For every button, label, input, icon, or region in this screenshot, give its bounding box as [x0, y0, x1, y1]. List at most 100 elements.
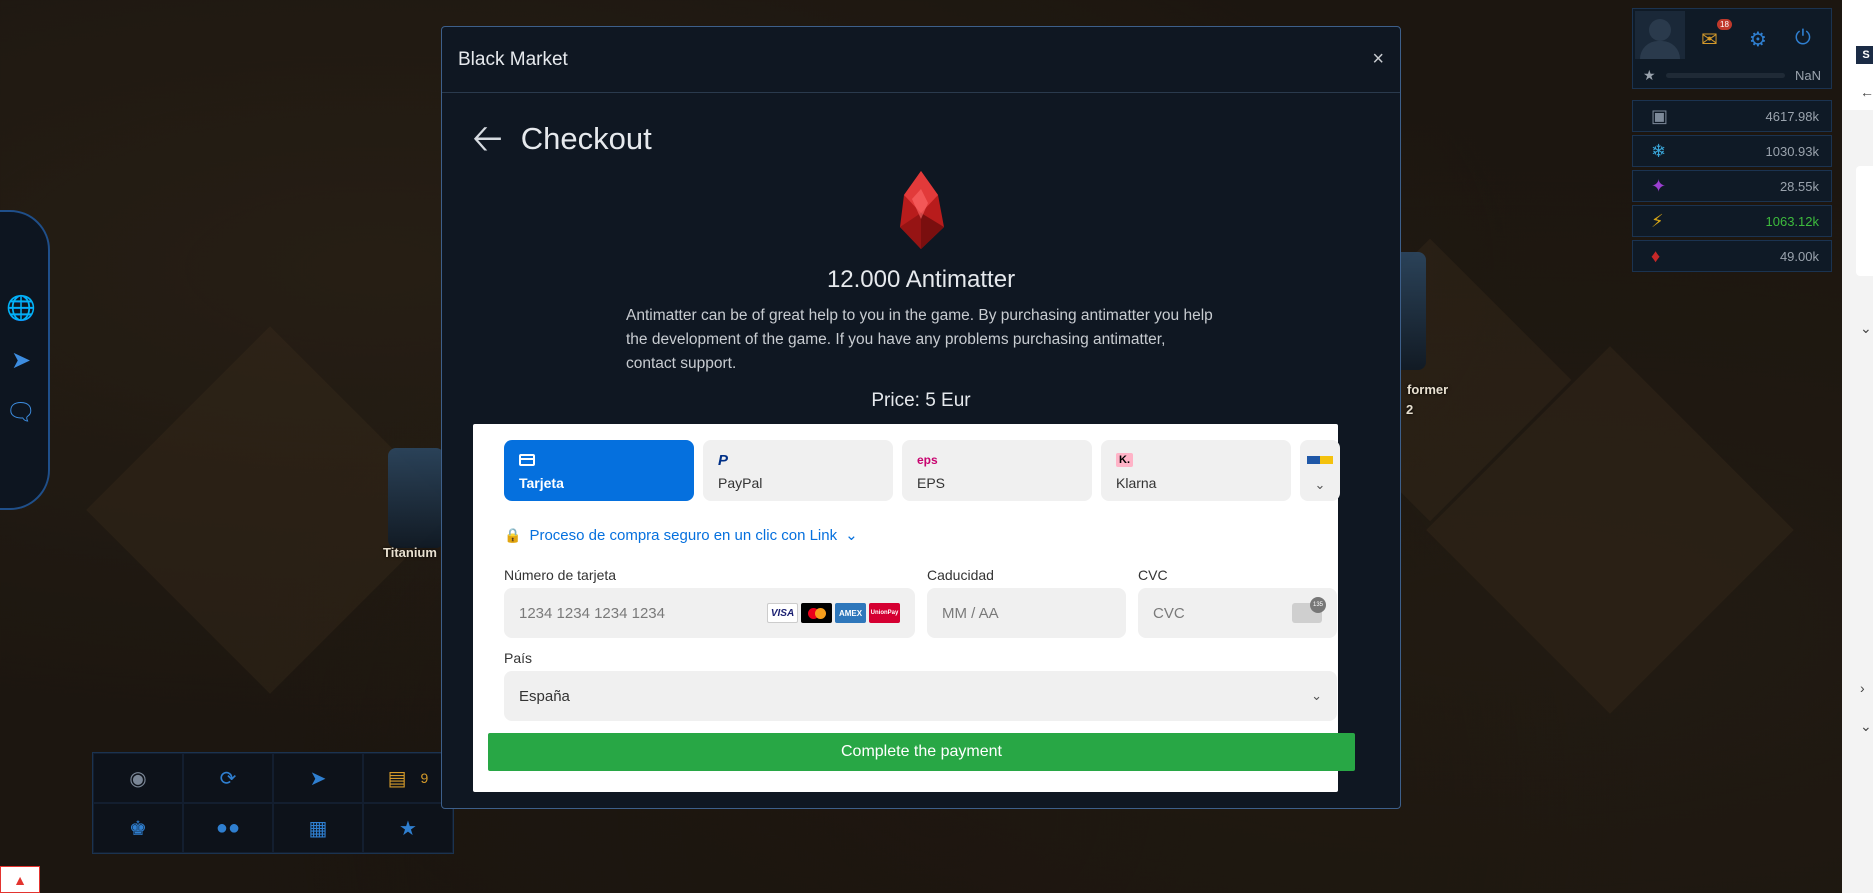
country-select[interactable]: España ⌄ [504, 671, 1337, 721]
back-arrow-icon[interactable]: ← [1860, 84, 1873, 100]
star-icon: ★ [1643, 66, 1656, 83]
modal-title: Black Market [458, 48, 568, 70]
resource-row: ⚡ 1063.12k [1632, 205, 1832, 237]
resource-value: 4617.98k [1765, 108, 1820, 124]
expiry-input[interactable] [942, 604, 1111, 622]
eps-icon: eps [917, 453, 938, 467]
cvc-input[interactable] [1153, 604, 1292, 622]
method-klarna-tab[interactable]: K. Klarna [1101, 440, 1291, 501]
rocket-icon[interactable]: ➤ [6, 345, 36, 375]
chat-icon[interactable]: 🗨 [6, 397, 36, 427]
resource-value: 28.55k [1779, 178, 1819, 194]
close-button[interactable]: × [1372, 48, 1384, 71]
country-label: País [504, 650, 533, 666]
cvc-field [1138, 588, 1337, 638]
globe-icon[interactable]: 🌐 [6, 293, 36, 323]
product-name: 12.000 Antimatter [826, 266, 1016, 293]
card-number-input[interactable] [519, 604, 764, 622]
chevron-down-icon[interactable]: ⌄ [1860, 718, 1872, 735]
cvc-label: CVC [1138, 567, 1168, 583]
bottom-toolbar: ◉ ⟳ ➤ ▤ 9 ♚ ●● ▦ ★ [92, 752, 454, 854]
expiry-field [927, 588, 1126, 638]
bank-icon [1307, 456, 1333, 464]
klarna-icon: K. [1116, 453, 1133, 467]
method-eps-tab[interactable]: eps EPS [902, 440, 1092, 501]
black-market-modal: Black Market × 🡠 Checkout 12.000 Antimat… [441, 26, 1401, 809]
building-level: 2 [1406, 402, 1414, 417]
mail-icon[interactable]: ✉ [1701, 27, 1718, 52]
method-label: EPS [917, 475, 946, 491]
resource-list: ▣ 4617.98k ❄ 1030.93k ✦ 28.55k ⚡ 1063.12k ♦ 4… [1632, 100, 1832, 275]
product-price: Price: 5 Eur [871, 390, 971, 411]
method-label: Klarna [1116, 475, 1157, 491]
side-panel-card [1856, 166, 1873, 276]
resource-row: ▣ 4617.98k [1632, 100, 1832, 132]
star-icon[interactable]: ★ [363, 803, 453, 853]
level-progress-bar [1665, 72, 1785, 78]
chevron-down-icon: ⌄ [845, 527, 858, 544]
level-row: ★ NaN [1643, 66, 1821, 84]
browser-side-panel: S ← ⌄ › ⌄ [1842, 0, 1873, 893]
method-paypal-tab[interactable]: P PayPal [703, 440, 893, 501]
debug-bar-icon[interactable]: ▲ [0, 866, 40, 893]
back-arrow-icon[interactable]: 🡠 [472, 120, 503, 158]
lock-icon: 🔒 [504, 526, 522, 543]
user-panel: ✉ 18 ⚙ ⏻ ★ NaN [1632, 8, 1832, 89]
visa-icon: VISA [767, 603, 798, 623]
resource-row: ✦ 28.55k [1632, 170, 1832, 202]
inbox-button[interactable]: ▤ 9 [363, 753, 453, 803]
power-icon[interactable]: ⏻ [1795, 27, 1811, 50]
amex-icon: AMEX [835, 603, 866, 623]
building-label: former [1407, 382, 1449, 397]
link-checkout-toggle[interactable]: 🔒 Proceso de compra seguro en un clic co… [504, 526, 858, 545]
deuterium-icon: ✦ [1651, 175, 1667, 196]
resource-value: 49.00k [1779, 248, 1819, 264]
chevron-right-icon[interactable]: › [1860, 680, 1865, 696]
complete-payment-button[interactable]: Complete the payment [488, 733, 1355, 771]
fleet-icon[interactable]: ➤ [273, 753, 363, 803]
left-nav: 🌐 ➤ 🗨 [0, 210, 50, 510]
method-card-tab[interactable]: Tarjeta [504, 440, 694, 501]
titanium-building[interactable] [388, 448, 444, 548]
chevron-down-icon: ⌄ [1314, 477, 1326, 492]
resource-row: ❄ 1030.93k [1632, 135, 1832, 167]
product-summary: 12.000 Antimatter Antimatter can be of g… [442, 169, 1400, 412]
crystal-icon: ❄ [1651, 140, 1667, 161]
resource-value: 1063.12k [1765, 213, 1820, 229]
card-icon [519, 454, 535, 466]
unionpay-icon: UnionPay [869, 603, 900, 623]
chevron-down-icon[interactable]: ⌄ [1860, 320, 1872, 337]
energy-icon: ⚡ [1651, 210, 1664, 231]
building-label: Titanium [383, 545, 437, 560]
product-description: Antimatter can be of great help to you i… [626, 307, 1213, 372]
inbox-icon: ▤ [387, 767, 407, 790]
payment-form: Tarjeta P PayPal eps EPS K. Klarna ⌄ 🔒 P… [473, 424, 1355, 792]
mail-badge: 18 [1717, 19, 1732, 30]
expiry-label: Caducidad [927, 567, 994, 583]
method-label: Tarjeta [519, 475, 564, 491]
avatar[interactable] [1635, 11, 1685, 59]
trophy-icon[interactable]: ♚ [93, 803, 183, 853]
resource-value: 1030.93k [1765, 143, 1820, 159]
planet-icon[interactable]: ◉ [93, 753, 183, 803]
metal-icon: ▣ [1651, 105, 1669, 126]
extension-badge[interactable]: S [1856, 46, 1873, 64]
resource-row: ♦ 49.00k [1632, 240, 1832, 272]
paypal-icon: P [718, 451, 729, 469]
antimatter-icon: ♦ [1651, 245, 1661, 266]
alliance-icon[interactable]: ●● [183, 803, 273, 853]
level-value: NaN [1794, 67, 1821, 83]
modal-header: Black Market × [442, 27, 1400, 93]
link-text: Proceso de compra seguro en un clic con … [529, 526, 838, 544]
cvc-card-icon [1292, 597, 1326, 623]
payment-methods: Tarjeta P PayPal eps EPS K. Klarna ⌄ [504, 440, 1340, 501]
calculator-icon[interactable]: ▦ [273, 803, 363, 853]
card-number-field: VISA AMEX UnionPay [504, 588, 915, 638]
checkout-title: Checkout [520, 121, 652, 156]
antimatter-gem-icon [900, 171, 944, 249]
card-number-label: Número de tarjeta [504, 567, 617, 583]
satellite-icon[interactable]: ⟳ [183, 753, 273, 803]
gear-icon[interactable]: ⚙ [1749, 27, 1767, 52]
more-methods-button[interactable]: ⌄ [1300, 440, 1340, 501]
inbox-count: 9 [420, 770, 429, 786]
